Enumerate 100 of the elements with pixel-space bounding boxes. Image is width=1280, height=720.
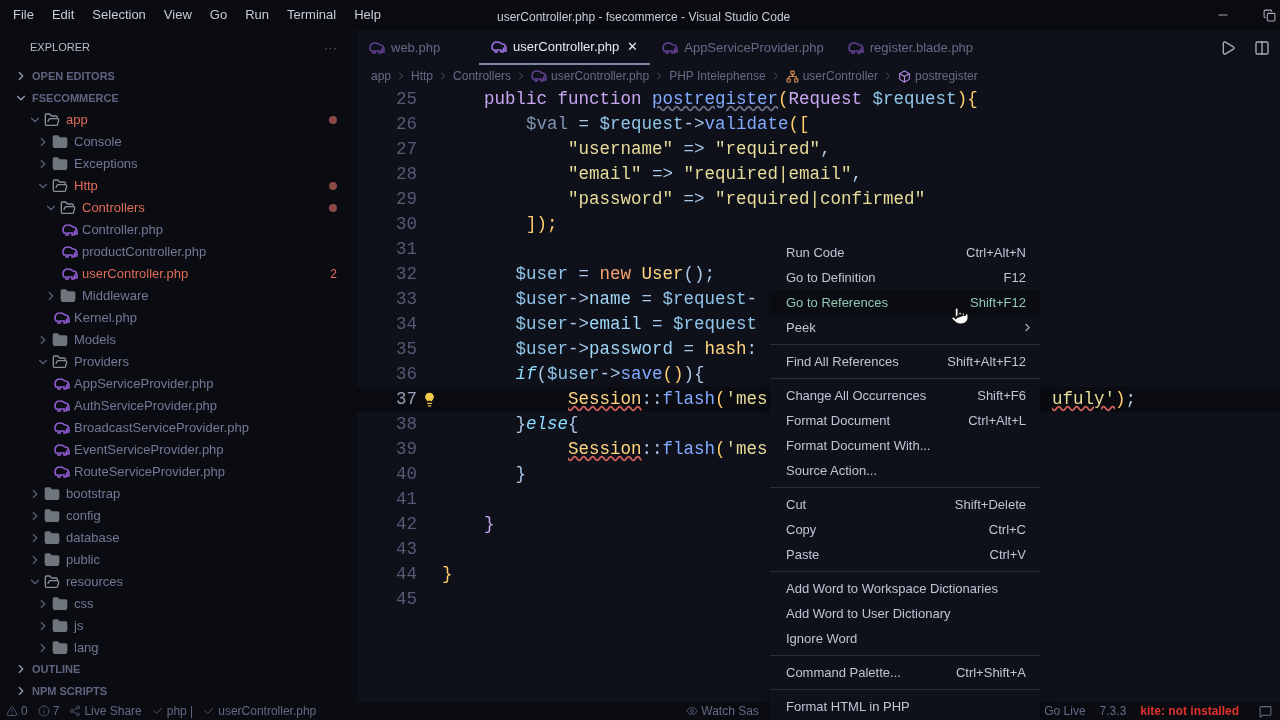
tree-folder[interactable]: database [0,527,357,549]
menu-item[interactable]: Add Word to Workspace Dictionaries [770,576,1040,601]
status-item[interactable]: 7.3.3 [1099,702,1127,720]
menu-item[interactable]: Ignore Word [770,626,1040,651]
item-label: Middleware [82,287,149,306]
editor-tab[interactable]: web.php [357,30,479,65]
tree-folder[interactable]: bootstrap [0,483,357,505]
editor-tab[interactable]: userController.php ✕ [479,30,651,65]
line-number: 43 [395,538,417,562]
breadcrumb-item[interactable]: PHP Intelephense [669,67,766,85]
tree-folder[interactable]: Controllers [0,197,357,219]
section-header[interactable]: FSECOMMERCE [0,87,357,109]
tree-folder[interactable]: resources [0,571,357,593]
tree-folder[interactable]: Http [0,175,357,197]
tree-folder[interactable]: public [0,549,357,571]
menu-item[interactable]: File [4,5,43,25]
elephant-icon [491,40,507,53]
status-item[interactable]: userController.php [203,702,317,720]
status-item[interactable]: php | [151,702,194,720]
code-line: $val = $request->validate([ [525,113,810,137]
line-number: 26 [395,113,417,137]
menu-item[interactable]: Change All Occurrences Shift+F6 [770,383,1040,408]
run-icon[interactable] [1220,39,1236,56]
menu-item[interactable]: Go to References Shift+F12 [770,290,1040,315]
menu-item[interactable]: Format Document Ctrl+Alt+L [770,408,1040,433]
tree-file[interactable]: productController.php [0,241,357,263]
menu-item[interactable]: Command Palette... Ctrl+Shift+A [770,660,1040,685]
menu-item[interactable]: Go to Definition F12 [770,265,1040,290]
menu-item[interactable]: Paste Ctrl+V [770,542,1040,567]
tree-folder[interactable]: Console [0,131,357,153]
tree-folder[interactable]: js [0,615,357,637]
menu-item[interactable]: Cut Shift+Delete [770,492,1040,517]
tree-folder[interactable]: app [0,109,357,131]
folder-icon [44,574,60,590]
status-item[interactable]: 0 [6,702,28,720]
tree-folder[interactable]: Models [0,329,357,351]
menu-item[interactable]: Add Word to User Dictionary [770,601,1040,626]
breadcrumb-item[interactable]: userController [785,67,879,85]
tree-file[interactable]: EventServiceProvider.php [0,439,357,461]
lightbulb-icon[interactable] [422,392,437,407]
menu-item[interactable]: Run Code Ctrl+Alt+N [770,240,1040,265]
status-item[interactable]: kite: not installed [1140,702,1239,720]
menu-item[interactable]: Go [200,5,237,25]
breadcrumb-item[interactable]: Http [411,67,434,85]
status-item[interactable]: Go Live [1044,702,1086,720]
tree-file[interactable]: RouteServiceProvider.php [0,461,357,483]
menu-item[interactable]: Find All References Shift+Alt+F12 [770,349,1040,374]
menu-item[interactable]: Terminal [278,5,346,25]
item-label: Models [74,331,116,350]
breadcrumb-item[interactable]: userController.php [531,67,650,85]
more-actions[interactable]: ··· [324,37,337,58]
feedback-icon[interactable] [1259,704,1272,718]
code-line: } [514,463,527,487]
code-line: "password" => "required|confirmed" [567,188,926,212]
section-header[interactable]: OUTLINE [0,658,357,680]
tree-file[interactable]: AppServiceProvider.php [0,373,357,395]
tree-folder[interactable]: lang [0,637,357,659]
breadcrumb-item[interactable]: Controllers [453,67,512,85]
breadcrumb-item[interactable]: postregister [898,67,978,85]
tree-file[interactable]: Kernel.php [0,307,357,329]
item-label: bootstrap [66,485,121,504]
menu-item[interactable]: Edit [42,5,84,25]
menu-item[interactable]: Format Document With... [770,433,1040,458]
status-item[interactable]: Watch Sas [686,702,759,720]
section-header[interactable]: OPEN EDITORS [0,65,357,87]
editor-tab[interactable]: register.blade.php [835,30,986,65]
tree-folder[interactable]: Middleware [0,285,357,307]
menu-item[interactable]: Selection [83,5,155,25]
folder-icon [60,200,76,216]
tree-folder[interactable]: config [0,505,357,527]
tree-file[interactable]: BroadcastServiceProvider.php [0,417,357,439]
tree-folder[interactable]: Providers [0,351,357,373]
item-label: userController.php [82,265,189,284]
tree-folder[interactable]: Exceptions [0,153,357,175]
item-label: database [66,529,120,548]
line-number: 39 [395,438,417,462]
split-editor-icon[interactable] [1254,39,1270,56]
section-header[interactable]: NPM SCRIPTS [0,680,357,702]
elephant-icon [54,400,70,412]
tree-file[interactable]: Controller.php [0,219,357,241]
tree-file[interactable]: userController.php 2 [0,263,357,285]
close-icon[interactable]: ✕ [627,36,639,57]
menu-item[interactable]: View [154,5,201,25]
menu-item[interactable]: Run [236,5,278,25]
editor-tab[interactable]: AppServiceProvider.php [650,30,836,65]
restore-icon[interactable] [1262,8,1276,22]
status-item[interactable]: 7 [37,702,60,720]
line-number: 30 [395,213,417,237]
menu-item[interactable]: Peek [770,315,1040,340]
menu-item[interactable]: Source Action... [770,458,1040,483]
code-line: ]); [525,213,558,237]
status-item[interactable]: Live Share [69,702,142,720]
menu-item[interactable]: Format HTML in PHP [770,694,1040,719]
tree-file[interactable]: AuthServiceProvider.php [0,395,357,417]
menu-item[interactable]: Help [345,5,390,25]
breadcrumb-item[interactable]: app [371,67,392,85]
menu-item[interactable]: Copy Ctrl+C [770,517,1040,542]
line-number: 40 [395,463,417,487]
info-icon [37,705,50,717]
tree-folder[interactable]: css [0,593,357,615]
